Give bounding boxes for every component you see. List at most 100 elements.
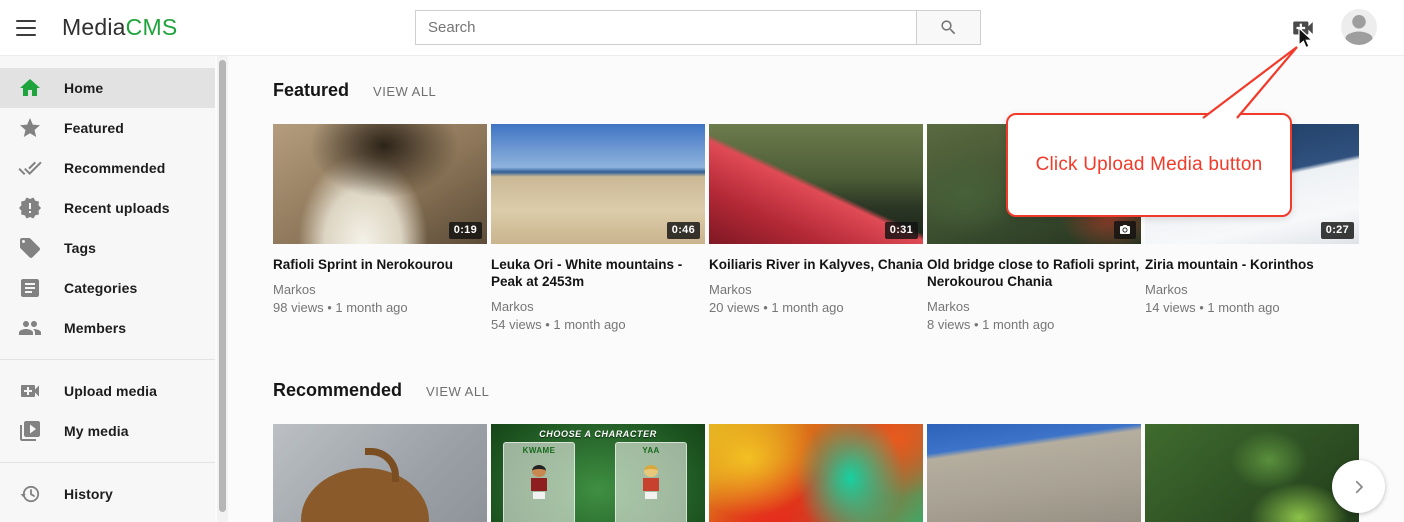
sidebar-item-label: Categories [64, 280, 137, 296]
character-name: YAA [616, 446, 686, 455]
video-card[interactable]: 0:46 Leuka Ori - White mountains - Peak … [491, 124, 705, 333]
game-heading-text: CHOOSE A CHARACTER [491, 429, 705, 439]
recommended-view-all-link[interactable]: VIEW ALL [426, 384, 489, 399]
duration-badge: 0:19 [449, 222, 482, 239]
character-panel: KWAME Selected [503, 442, 575, 522]
video-call-icon [18, 379, 42, 403]
video-card[interactable] [709, 424, 923, 522]
duration-badge: 0:46 [667, 222, 700, 239]
character-figure [530, 465, 548, 499]
home-icon [18, 76, 42, 100]
sidebar-item-label: Recent uploads [64, 200, 170, 216]
video-title[interactable]: Leuka Ori - White mountains - Peak at 24… [491, 256, 705, 290]
video-author[interactable]: Markos [491, 298, 705, 315]
annotation-text: Click Upload Media button [1036, 154, 1263, 176]
categories-icon [18, 276, 42, 300]
video-card[interactable] [927, 424, 1141, 522]
video-card[interactable]: 0:31 Koiliaris River in Kalyves, Chania … [709, 124, 923, 333]
sidebar-item-recent-uploads[interactable]: Recent uploads [0, 188, 215, 228]
video-thumbnail[interactable]: 0:46 [491, 124, 705, 244]
featured-section-header: Featured VIEW ALL [273, 80, 436, 101]
new-releases-icon [18, 196, 42, 220]
video-thumbnail[interactable] [927, 424, 1141, 522]
search-button[interactable] [917, 10, 981, 45]
video-author[interactable]: Markos [273, 281, 487, 298]
video-title[interactable]: Ziria mountain - Korinthos [1145, 256, 1359, 273]
video-meta: 98 views • 1 month ago [273, 299, 487, 316]
sidebar-item-categories[interactable]: Categories [0, 268, 215, 308]
video-author[interactable]: Markos [927, 298, 1141, 315]
camera-icon [1119, 224, 1131, 236]
video-card[interactable] [273, 424, 487, 522]
upload-media-icon[interactable] [1290, 15, 1316, 41]
sidebar-item-my-media[interactable]: My media [0, 411, 215, 451]
duration-badge: 0:31 [885, 222, 918, 239]
user-avatar[interactable] [1341, 9, 1377, 45]
image-type-badge [1114, 221, 1136, 239]
video-title[interactable]: Rafioli Sprint in Nerokourou [273, 256, 487, 273]
character-figure [642, 465, 660, 499]
featured-view-all-link[interactable]: VIEW ALL [373, 84, 436, 99]
video-meta: 8 views • 1 month ago [927, 316, 1141, 333]
sidebar-scrollbar-track[interactable] [217, 56, 228, 522]
video-thumbnail[interactable]: CHOOSE A CHARACTER KWAME Selected YAA Se… [491, 424, 705, 522]
video-thumbnail[interactable] [273, 424, 487, 522]
video-card[interactable]: 0:19 Rafioli Sprint in Nerokourou Markos… [273, 124, 487, 333]
video-author[interactable]: Markos [1145, 281, 1359, 298]
logo-media-text: Media [62, 14, 126, 40]
video-meta: 54 views • 1 month ago [491, 316, 705, 333]
video-title[interactable]: Koiliaris River in Kalyves, Chania [709, 256, 923, 273]
sidebar-item-label: Upload media [64, 383, 157, 399]
video-title[interactable]: Old bridge close to Rafioli sprint, Nero… [927, 256, 1141, 290]
video-thumbnail[interactable] [1145, 424, 1359, 522]
tag-icon [18, 236, 42, 260]
sidebar-divider [0, 462, 215, 463]
sidebar-item-label: Tags [64, 240, 96, 256]
video-author[interactable]: Markos [709, 281, 923, 298]
sidebar-item-label: My media [64, 423, 129, 439]
search-form [415, 10, 981, 45]
video-thumbnail[interactable]: 0:19 [273, 124, 487, 244]
character-name: KWAME [504, 446, 574, 455]
sidebar-item-label: Featured [64, 120, 124, 136]
sidebar-item-featured[interactable]: Featured [0, 108, 215, 148]
sidebar-item-history[interactable]: History [0, 474, 215, 514]
pumpkin-stem [365, 448, 399, 482]
sidebar-item-home[interactable]: Home [0, 68, 215, 108]
recommended-card-row: CHOOSE A CHARACTER KWAME Selected YAA Se… [273, 424, 1359, 522]
video-card[interactable] [1145, 424, 1359, 522]
video-thumbnail[interactable]: 0:31 [709, 124, 923, 244]
top-bar: MediaCMS [0, 0, 1404, 56]
sidebar-item-members[interactable]: Members [0, 308, 215, 348]
logo-cms-text: CMS [126, 14, 178, 40]
person-icon [1341, 9, 1377, 45]
sidebar-item-recommended[interactable]: Recommended [0, 148, 215, 188]
hamburger-menu-icon[interactable] [16, 18, 38, 38]
chevron-right-icon [1350, 478, 1368, 496]
video-thumbnail[interactable] [709, 424, 923, 522]
carousel-next-button[interactable] [1332, 460, 1385, 513]
sidebar-item-label: Members [64, 320, 126, 336]
members-icon [18, 316, 42, 340]
sidebar-divider [0, 359, 215, 360]
sidebar: Home Featured Recommended Recent uploads… [0, 56, 215, 522]
search-icon [939, 18, 958, 37]
sidebar-item-label: History [64, 486, 113, 502]
sidebar-item-label: Recommended [64, 160, 165, 176]
annotation-callout: Click Upload Media button [1006, 113, 1292, 217]
star-icon [18, 116, 42, 140]
video-library-icon [18, 419, 42, 443]
done-all-icon [18, 156, 42, 180]
sidebar-scrollbar-thumb[interactable] [219, 60, 226, 512]
sidebar-item-label: Home [64, 80, 103, 96]
section-title: Recommended [273, 380, 402, 401]
video-card[interactable]: CHOOSE A CHARACTER KWAME Selected YAA Se… [491, 424, 705, 522]
video-meta: 14 views • 1 month ago [1145, 299, 1359, 316]
video-meta: 20 views • 1 month ago [709, 299, 923, 316]
character-panel: YAA Select [615, 442, 687, 522]
duration-badge: 0:27 [1321, 222, 1354, 239]
app-logo[interactable]: MediaCMS [62, 14, 177, 41]
sidebar-item-upload-media[interactable]: Upload media [0, 371, 215, 411]
search-input[interactable] [415, 10, 917, 45]
sidebar-item-tags[interactable]: Tags [0, 228, 215, 268]
